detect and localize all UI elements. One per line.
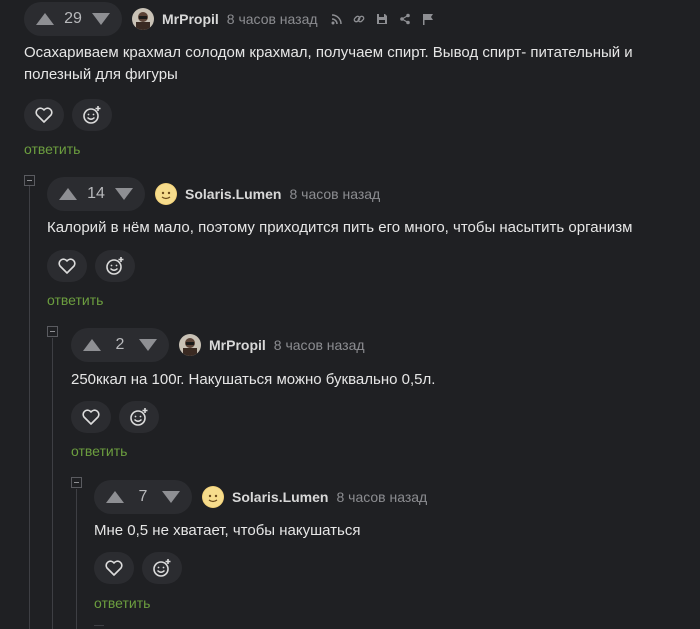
add-reaction-button[interactable]	[72, 99, 112, 131]
like-button[interactable]	[94, 552, 134, 584]
vote-control: 14	[47, 177, 145, 211]
score: 2	[115, 336, 125, 353]
comment-actions	[94, 552, 182, 584]
downvote-icon[interactable]	[162, 491, 180, 503]
timestamp[interactable]: 8 часов назад	[336, 489, 427, 505]
author-name[interactable]: MrPropil	[162, 11, 219, 27]
heart-icon	[82, 409, 100, 425]
upvote-icon[interactable]	[36, 13, 54, 25]
comment-header: 7 Solaris.Lumen 8 часов назад	[94, 480, 427, 514]
thread-line	[76, 489, 77, 629]
add-reaction-button[interactable]	[95, 250, 135, 282]
comment-header: 14 Solaris.Lumen 8 часов назад	[47, 177, 380, 211]
comment-text: Мне 0,5 не хватает, чтобы накушаться	[94, 522, 361, 539]
author-name[interactable]: Solaris.Lumen	[185, 186, 281, 202]
collapse-toggle[interactable]	[47, 326, 58, 337]
flag-icon[interactable]	[422, 13, 435, 26]
comment-text: Калорий в нём мало, поэтому приходится п…	[47, 219, 633, 236]
comment-actions	[24, 99, 112, 131]
upvote-icon[interactable]	[106, 491, 124, 503]
comment-actions	[47, 250, 135, 282]
avatar[interactable]	[155, 183, 177, 205]
heart-icon	[105, 560, 123, 576]
vote-control: 2	[71, 328, 169, 362]
reply-link[interactable]: ответить	[94, 595, 150, 611]
emoji-add-icon	[130, 408, 148, 426]
comment-tools	[330, 13, 435, 26]
avatar[interactable]	[132, 8, 154, 30]
save-icon[interactable]	[376, 13, 389, 26]
add-reaction-button[interactable]	[142, 552, 182, 584]
thread-line	[94, 625, 104, 626]
comment-actions	[71, 401, 159, 433]
comment-text: Осахариваем крахмал солодом крахмал, пол…	[24, 44, 633, 83]
downvote-icon[interactable]	[92, 13, 110, 25]
like-button[interactable]	[47, 250, 87, 282]
link-icon[interactable]	[353, 13, 366, 26]
rss-icon[interactable]	[330, 13, 343, 26]
timestamp[interactable]: 8 часов назад	[274, 337, 365, 353]
vote-control: 7	[94, 480, 192, 514]
emoji-add-icon	[153, 559, 171, 577]
score: 14	[87, 185, 105, 202]
thread-line	[29, 186, 30, 629]
like-button[interactable]	[71, 401, 111, 433]
like-button[interactable]	[24, 99, 64, 131]
reply-link[interactable]: ответить	[24, 141, 80, 157]
upvote-icon[interactable]	[83, 339, 101, 351]
author-name[interactable]: Solaris.Lumen	[232, 489, 328, 505]
share-icon[interactable]	[399, 13, 412, 26]
author-name[interactable]: MrPropil	[209, 337, 266, 353]
thread-line	[52, 338, 53, 629]
reply-link[interactable]: ответить	[71, 443, 127, 459]
collapse-toggle[interactable]	[24, 175, 35, 186]
collapse-toggle[interactable]	[71, 477, 82, 488]
avatar[interactable]	[202, 486, 224, 508]
timestamp[interactable]: 8 часов назад	[289, 186, 380, 202]
upvote-icon[interactable]	[59, 188, 77, 200]
reply-link[interactable]: ответить	[47, 292, 103, 308]
comment-header: 2 MrPropil 8 часов назад	[71, 328, 365, 362]
score: 7	[138, 488, 148, 505]
emoji-add-icon	[83, 106, 101, 124]
comment-header: 29 MrPropil 8 часов назад	[24, 2, 435, 36]
comment-text: 250ккал на 100г. Накушаться можно буквал…	[71, 371, 436, 388]
heart-icon	[35, 107, 53, 123]
score: 29	[64, 10, 82, 27]
heart-icon	[58, 258, 76, 274]
downvote-icon[interactable]	[115, 188, 133, 200]
timestamp[interactable]: 8 часов назад	[227, 11, 318, 27]
emoji-add-icon	[106, 257, 124, 275]
vote-control: 29	[24, 2, 122, 36]
downvote-icon[interactable]	[139, 339, 157, 351]
add-reaction-button[interactable]	[119, 401, 159, 433]
avatar[interactable]	[179, 334, 201, 356]
